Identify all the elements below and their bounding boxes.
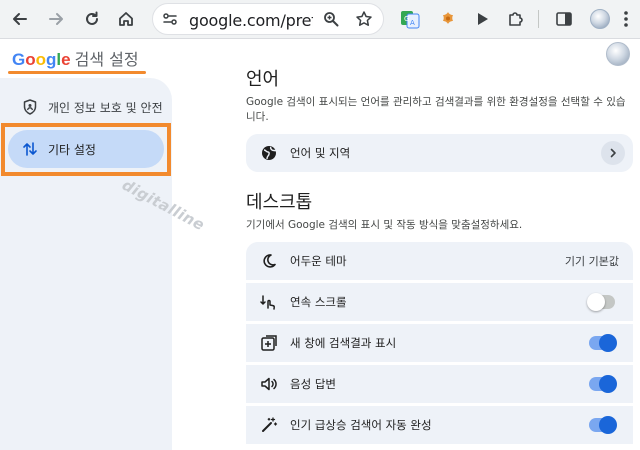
more-vert-icon[interactable]	[618, 7, 634, 31]
toggle-knob	[599, 334, 617, 352]
open-new-window-icon	[260, 334, 278, 352]
title-underline-annotation	[8, 71, 146, 74]
language-section-description: Google 검색이 표시되는 언어를 관리하고 검색결과를 위한 환경설정을 …	[246, 96, 626, 123]
trending-autocomplete-row[interactable]: 인기 급상승 검색어 자동 완성	[246, 406, 633, 444]
reload-icon[interactable]	[78, 5, 106, 33]
address-bar[interactable]: google.com/prefe	[152, 3, 384, 35]
sidebar-item-privacy[interactable]: 개인 정보 보호 및 안전	[8, 88, 164, 126]
language-section-title: 언어	[246, 69, 280, 90]
zoom-icon[interactable]	[323, 11, 339, 27]
site-info-icon[interactable]	[162, 11, 178, 27]
shield-icon	[22, 99, 38, 115]
continuous-scroll-row[interactable]: 연속 스크롤	[246, 283, 633, 321]
voice-answer-label: 음성 답변	[290, 377, 336, 391]
speaker-icon	[260, 375, 278, 393]
bookmark-star-icon[interactable]	[355, 10, 373, 28]
page-title: 검색 설정	[74, 50, 139, 69]
sidebar-item-label: 개인 정보 보호 및 안전	[48, 100, 163, 115]
forward-arrow-icon[interactable]	[42, 5, 70, 33]
dark-theme-row[interactable]: 어두운 테마 기기 기본값	[246, 242, 633, 280]
browser-toolbar: google.com/prefe GA	[0, 0, 640, 39]
magic-wand-icon	[260, 416, 278, 434]
puzzle-extensions-icon[interactable]	[504, 7, 528, 31]
account-avatar[interactable]	[606, 42, 630, 66]
desktop-section-title: 데스크톱	[246, 192, 313, 213]
continuous-scroll-icon	[260, 293, 278, 311]
toolbar-divider	[538, 10, 539, 28]
toggle-knob	[587, 293, 605, 311]
desktop-section-description: 기기에서 Google 검색의 표시 및 작동 방식을 맞춤설정하세요.	[246, 219, 523, 231]
toggle-knob	[599, 416, 617, 434]
trending-autocomplete-label: 인기 급상승 검색어 자동 완성	[290, 418, 432, 432]
language-region-label: 언어 및 지역	[290, 146, 351, 160]
new-window-row[interactable]: 새 창에 검색결과 표시	[246, 324, 633, 362]
active-item-highlight-annotation	[1, 123, 171, 176]
toggle-knob	[599, 375, 617, 393]
translate-icon[interactable]: GA	[398, 7, 422, 31]
dark-theme-value[interactable]: 기기 기본값	[565, 253, 619, 269]
new-window-toggle[interactable]	[589, 334, 617, 352]
play-icon[interactable]	[470, 7, 494, 31]
side-panel-icon[interactable]	[552, 7, 576, 31]
svg-text:A: A	[410, 19, 415, 27]
google-logo[interactable]: Google	[12, 50, 71, 70]
back-arrow-icon[interactable]	[6, 5, 34, 33]
settings-page: Google 검색 설정 개인 정보 보호 및 안전 기타 설정 digitall…	[0, 40, 640, 450]
voice-answer-toggle[interactable]	[589, 375, 617, 393]
profile-icon[interactable]	[588, 7, 612, 31]
extension-leaf-icon[interactable]	[436, 7, 460, 31]
continuous-scroll-toggle[interactable]	[587, 293, 615, 311]
voice-answer-row[interactable]: 음성 답변	[246, 365, 633, 403]
new-window-label: 새 창에 검색결과 표시	[290, 336, 397, 350]
dark-theme-label: 어두운 테마	[290, 254, 347, 268]
home-icon[interactable]	[112, 5, 140, 33]
url-text[interactable]: google.com/prefe	[189, 11, 313, 30]
svg-text:G: G	[404, 15, 409, 23]
trending-autocomplete-toggle[interactable]	[589, 416, 617, 434]
moon-icon	[260, 252, 278, 270]
language-region-row[interactable]: 언어 및 지역	[246, 134, 633, 172]
chevron-right-icon[interactable]	[601, 141, 625, 165]
globe-icon	[260, 144, 278, 162]
page-brand: Google 검색 설정	[12, 46, 139, 70]
continuous-scroll-label: 연속 스크롤	[290, 295, 347, 309]
